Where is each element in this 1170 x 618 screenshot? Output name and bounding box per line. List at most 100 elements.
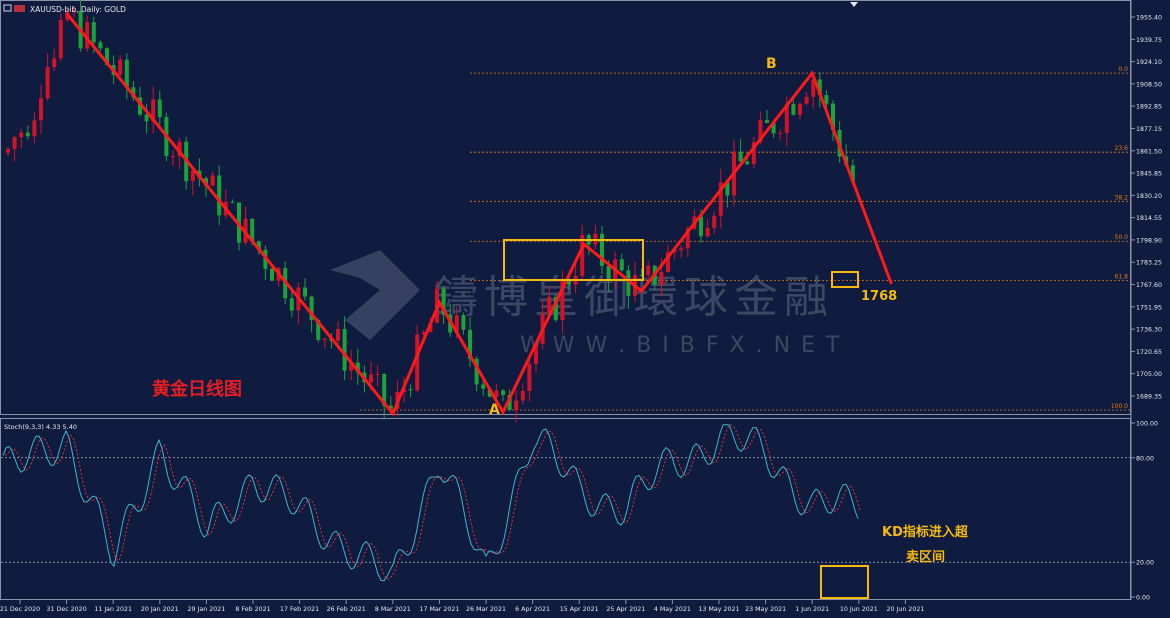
candle-body: [369, 374, 373, 383]
candle-body: [798, 103, 802, 115]
fib-label: 61.8: [1115, 273, 1129, 280]
price-tick-label: 1783.25: [1136, 260, 1162, 267]
fib-label: 23.6: [1115, 145, 1129, 152]
fib-label: 38.2: [1115, 194, 1129, 201]
candle-body: [606, 265, 611, 281]
price-tick-label: 1924.10: [1136, 59, 1162, 66]
price-tick-label: 1830.20: [1136, 193, 1162, 200]
price-tick-label: 1814.55: [1136, 215, 1162, 222]
price-label-1768: 1768: [861, 289, 897, 304]
candle-body: [461, 315, 466, 330]
candle-body: [52, 58, 57, 68]
price-tick-label: 1767.60: [1136, 282, 1162, 289]
chart-window: 鑄博皇御環球金融 W W W . B I B F X . N E T 0.0 23…: [0, 0, 1170, 618]
watermark-url: W W W . B I B F X . N E T: [520, 333, 841, 358]
stoch-tick-label: 20.00: [1136, 560, 1154, 567]
point-a-label: A: [489, 402, 500, 418]
candle-body: [738, 151, 743, 162]
date-tick-label: 21 Dec 2020: [0, 606, 40, 613]
candle-body: [118, 59, 123, 75]
date-tick-label: 31 Dec 2020: [46, 606, 86, 613]
candle-body: [6, 148, 10, 153]
date-tick-label: 29 Jan 2021: [188, 606, 226, 613]
candle-body: [25, 132, 30, 137]
price-tick-label: 1845.85: [1136, 171, 1162, 178]
candle-body: [705, 227, 710, 237]
price-tick-label: 1751.95: [1136, 304, 1162, 311]
price-tick-label: 1908.50: [1136, 81, 1162, 88]
candle-body: [804, 96, 809, 104]
chart-title: 黄金日线图: [152, 378, 242, 400]
candle-body: [619, 259, 624, 271]
price-tick-label: 1877.15: [1136, 126, 1162, 133]
date-axis: 21 Dec 2020 31 Dec 2020 11 Jan 2021 20 Jan …: [0, 600, 924, 613]
candle-body: [217, 175, 222, 216]
fib-label: 50.0: [1115, 234, 1129, 241]
price-tick-label: 1689.35: [1136, 394, 1162, 401]
date-tick-label: 10 Jun 2021: [840, 606, 878, 613]
candle-body: [171, 156, 175, 158]
candle-body: [91, 22, 96, 43]
price-tick-label: 1720.65: [1136, 349, 1162, 356]
date-tick-label: 23 May 2021: [745, 606, 786, 613]
candle-body: [699, 216, 703, 237]
fib-label: 0.0: [1118, 66, 1128, 73]
stoch-panel: [0, 418, 1131, 600]
candle-body: [646, 265, 651, 276]
candle-body: [289, 298, 294, 311]
candle-body: [336, 328, 340, 341]
candle-body: [32, 120, 37, 137]
date-tick-label: 6 Apr 2021: [515, 606, 550, 613]
candle-body: [659, 272, 664, 285]
candle-body: [679, 248, 684, 251]
candle-body: [408, 389, 413, 391]
price-tick-label: 1892.85: [1136, 104, 1162, 111]
header-flag-icon: [14, 5, 25, 12]
date-tick-label: 20 Jun 2021: [886, 606, 924, 613]
stoch-label: Stoch(9,3,3) 4.33 5.40: [4, 423, 77, 431]
candle-body: [527, 363, 532, 392]
fib-label: 100.0: [1111, 403, 1128, 410]
candle-body: [12, 137, 17, 149]
symbol-info: XAUUSD-bib, Daily: GOLD: [30, 5, 126, 14]
candle-body: [580, 235, 585, 276]
chart-canvas: 鑄博皇御環球金融 W W W . B I B F X . N E T 0.023…: [0, 0, 1170, 618]
kd-note-line1: KD指标进入超: [882, 524, 969, 540]
candle-body: [375, 374, 380, 376]
candle-body: [270, 268, 274, 281]
stoch-tick-label: 100.00: [1136, 421, 1158, 428]
kd-note-line2: 卖区间: [906, 549, 945, 565]
date-tick-label: 15 Apr 2021: [560, 606, 599, 613]
point-b-label: B: [766, 56, 777, 72]
date-tick-label: 20 Jan 2021: [141, 606, 179, 613]
date-tick-label: 11 Jan 2021: [94, 606, 132, 613]
candle-body: [342, 328, 347, 371]
candle-body: [45, 67, 50, 99]
candle-body: [824, 95, 829, 104]
date-tick-label: 4 May 2021: [654, 606, 691, 613]
candle-body: [144, 114, 149, 122]
date-tick-label: 17 Mar 2021: [419, 606, 459, 613]
candle-body: [514, 400, 519, 411]
date-tick-label: 8 Feb 2021: [235, 606, 270, 613]
price-tick-label: 1955.40: [1136, 15, 1162, 22]
price-tick-label: 1939.75: [1136, 37, 1162, 44]
candle-body: [712, 215, 717, 228]
candle-body: [230, 201, 235, 203]
candle-body: [501, 390, 505, 395]
candle-body: [303, 287, 307, 297]
stoch-tick-label: 80.00: [1136, 455, 1154, 462]
candle-body: [745, 161, 750, 165]
date-tick-label: 17 Feb 2021: [280, 606, 319, 613]
date-tick-label: 8 Mar 2021: [375, 606, 411, 613]
stoch-tick-label: 0.00: [1136, 595, 1150, 602]
date-tick-label: 26 Feb 2021: [327, 606, 366, 613]
candle-body: [778, 132, 783, 134]
date-tick-label: 13 May 2021: [698, 606, 739, 613]
candle-body: [39, 98, 43, 121]
candle-body: [157, 99, 162, 118]
candle-body: [765, 120, 769, 124]
date-tick-label: 25 Apr 2021: [606, 606, 645, 613]
candle-body: [322, 338, 327, 340]
price-tick-label: 1798.90: [1136, 237, 1162, 244]
